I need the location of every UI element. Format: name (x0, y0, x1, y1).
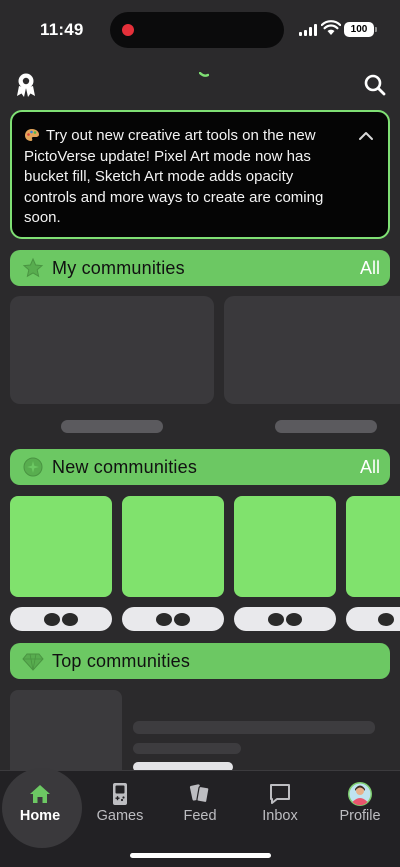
chat-bubble-icon (270, 784, 290, 804)
search-icon[interactable] (362, 72, 388, 98)
new-community-card[interactable] (346, 496, 400, 597)
community-name-placeholder (275, 420, 377, 433)
tab-label: Games (96, 808, 144, 824)
sparkle-icon (23, 457, 43, 477)
dynamic-island (110, 12, 284, 48)
top-communities-header: Top communities (10, 643, 390, 679)
tab-feed[interactable]: Feed (160, 771, 240, 831)
new-community-card[interactable] (10, 496, 112, 597)
ribbon-badge-icon[interactable] (14, 72, 38, 98)
loading-indicator-icon (199, 72, 209, 77)
community-card-placeholder (224, 296, 400, 404)
announcement-body: Try out new creative art tools on the ne… (24, 126, 344, 229)
tab-label: Feed (183, 808, 217, 824)
community-label-placeholder (346, 607, 400, 631)
announcement-banner: Try out new creative art tools on the ne… (10, 110, 390, 239)
see-all-link[interactable]: All (360, 457, 380, 478)
section-title: New communities (52, 456, 198, 477)
status-time: 11:49 (40, 20, 84, 39)
my-communities-header: My communities All (10, 250, 390, 286)
tab-inbox[interactable]: Inbox (240, 771, 320, 831)
top-community-thumbnail-placeholder (10, 690, 122, 780)
palette-icon (25, 129, 39, 141)
diamond-icon (22, 653, 44, 671)
community-name-placeholder (61, 420, 163, 433)
top-community-title-placeholder (133, 721, 375, 734)
tab-label: Home (19, 808, 61, 824)
community-card-placeholder (10, 296, 214, 404)
tab-label: Inbox (262, 808, 298, 824)
cellular-signal-icon (299, 24, 319, 36)
new-community-card[interactable] (122, 496, 224, 597)
recording-indicator-icon (122, 24, 134, 36)
gameboy-icon (113, 783, 127, 805)
tab-home[interactable]: Home (0, 771, 80, 831)
chevron-up-icon[interactable] (358, 130, 374, 142)
status-bar: 11:49 100 (0, 0, 400, 60)
new-community-card[interactable] (234, 496, 336, 597)
home-indicator (130, 853, 271, 858)
home-icon (30, 785, 50, 803)
top-community-subtitle-placeholder (133, 743, 241, 754)
community-label-placeholder (10, 607, 112, 631)
see-all-link[interactable]: All (360, 258, 380, 279)
avatar-icon (348, 782, 372, 806)
section-title: Top communities (52, 650, 191, 671)
battery-tip (375, 27, 377, 32)
wifi-icon (321, 20, 341, 35)
community-label-placeholder (234, 607, 336, 631)
tab-label: Profile (339, 808, 381, 824)
battery-icon: 100 (344, 22, 374, 37)
section-title: My communities (52, 257, 185, 278)
tab-profile[interactable]: Profile (320, 771, 400, 831)
new-communities-header: New communities All (10, 449, 390, 485)
tab-games[interactable]: Games (80, 771, 160, 831)
star-icon (22, 257, 44, 278)
announcement-text: Try out new creative art tools on the ne… (24, 127, 324, 226)
cards-icon (189, 784, 210, 804)
community-label-placeholder (122, 607, 224, 631)
